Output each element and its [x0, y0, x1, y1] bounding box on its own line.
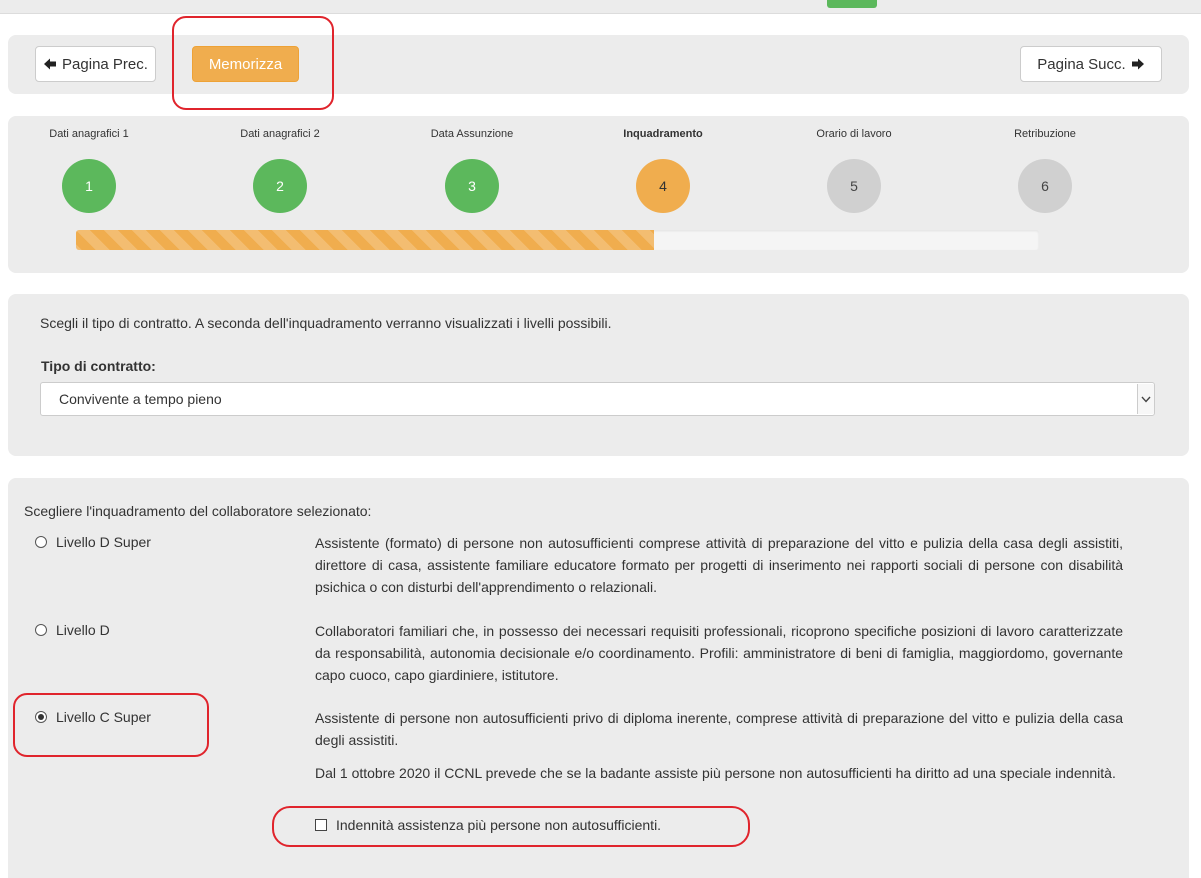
- top-green-tab[interactable]: [827, 0, 877, 8]
- wizard-steps-panel: Dati anagrafici 1 1 Dati anagrafici 2 2 …: [8, 116, 1189, 273]
- step-circle[interactable]: 5: [827, 159, 881, 213]
- level-panel: Scegliere l'inquadramento del collaborat…: [8, 478, 1189, 878]
- save-button[interactable]: Memorizza: [192, 46, 299, 82]
- top-strip: [0, 0, 1201, 14]
- chevron-down-icon[interactable]: [1137, 384, 1154, 414]
- indemnity-note: Dal 1 ottobre 2020 il CCNL prevede che s…: [315, 765, 1116, 781]
- level-description: Assistente (formato) di persone non auto…: [315, 535, 1123, 595]
- contract-intro-text: Scegli il tipo di contratto. A seconda d…: [40, 315, 612, 331]
- step-circle[interactable]: 4: [636, 159, 690, 213]
- previous-page-button[interactable]: Pagina Prec.: [35, 46, 156, 82]
- step-label: Orario di lavoro: [816, 128, 892, 140]
- level-option-label: Livello D: [56, 622, 110, 638]
- contract-type-label: Tipo di contratto:: [41, 358, 156, 374]
- level-option-d-super[interactable]: Livello D Super: [35, 534, 151, 550]
- level-option-label: Livello D Super: [56, 534, 151, 550]
- arrow-right-icon: [1131, 57, 1145, 71]
- step-label: Inquadramento: [623, 128, 703, 140]
- contract-panel: Scegli il tipo di contratto. A seconda d…: [8, 294, 1189, 456]
- checkbox[interactable]: [315, 819, 327, 831]
- contract-type-select[interactable]: Convivente a tempo pieno: [40, 382, 1155, 416]
- radio-button[interactable]: [35, 536, 47, 548]
- level-description: Assistente di persone non autosufficient…: [315, 710, 1123, 748]
- progress-track: [76, 230, 1039, 250]
- level-section-title: Scegliere l'inquadramento del collaborat…: [24, 503, 372, 519]
- indemnity-checkbox-row[interactable]: Indennità assistenza più persone non aut…: [315, 817, 661, 833]
- level-option-label: Livello C Super: [56, 709, 151, 725]
- step-label: Data Assunzione: [430, 128, 514, 140]
- radio-button[interactable]: [35, 624, 47, 636]
- step-label: Dati anagrafici 2: [240, 128, 320, 140]
- navigation-panel: Pagina Prec. Memorizza Pagina Succ.: [8, 35, 1189, 94]
- next-page-button[interactable]: Pagina Succ.: [1020, 46, 1162, 82]
- arrow-left-icon: [43, 57, 57, 71]
- next-page-label: Pagina Succ.: [1037, 55, 1126, 73]
- level-description: Collaboratori familiari che, in possesso…: [315, 623, 1123, 683]
- progress-bar: [76, 230, 654, 250]
- step-label: Dati anagrafici 1: [49, 128, 129, 140]
- step-circle[interactable]: 3: [445, 159, 499, 213]
- step-circle[interactable]: 6: [1018, 159, 1072, 213]
- level-option-d[interactable]: Livello D: [35, 622, 110, 638]
- indemnity-checkbox-label: Indennità assistenza più persone non aut…: [336, 817, 662, 833]
- previous-page-label: Pagina Prec.: [62, 55, 148, 73]
- radio-button-selected[interactable]: [35, 711, 47, 723]
- step-circle[interactable]: 1: [62, 159, 116, 213]
- step-circle[interactable]: 2: [253, 159, 307, 213]
- step-label: Retribuzione: [1014, 128, 1076, 140]
- contract-type-value: Convivente a tempo pieno: [59, 391, 222, 407]
- level-option-c-super[interactable]: Livello C Super: [35, 709, 151, 725]
